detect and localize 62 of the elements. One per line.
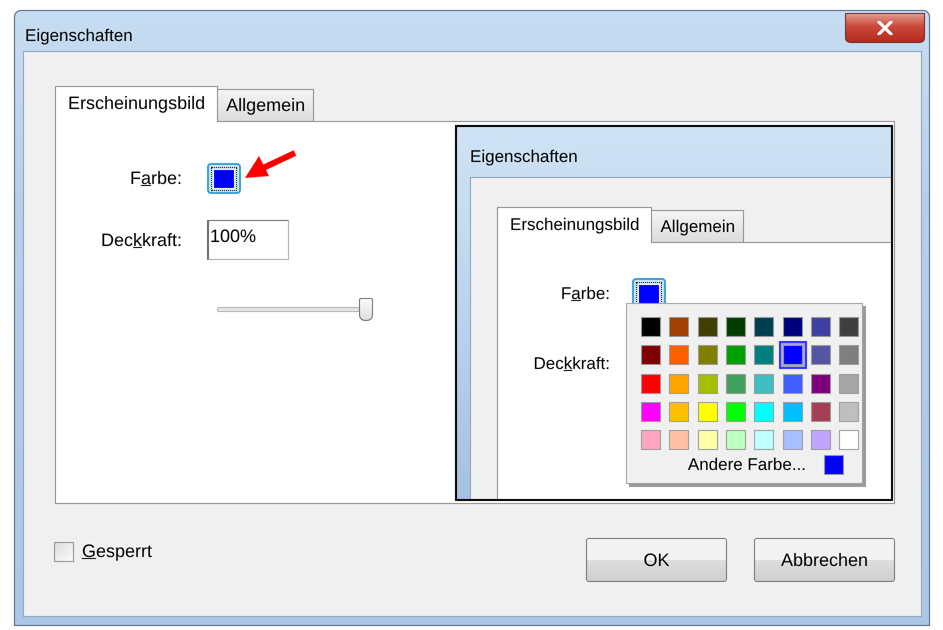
color-swatch[interactable]: [810, 402, 831, 422]
color-swatch[interactable]: [839, 317, 860, 338]
color-swatch[interactable]: [839, 402, 860, 422]
opacity-label: Deckkraft:: [532, 354, 610, 374]
color-swatch[interactable]: [698, 345, 718, 366]
window-title: Eigenschaften: [25, 26, 133, 46]
color-swatch[interactable]: [641, 402, 662, 422]
dialog-button[interactable]: Abbrechen: [754, 538, 895, 582]
color-swatch[interactable]: [810, 345, 831, 366]
slider-thumb[interactable]: [359, 298, 373, 321]
tab[interactable]: Erscheinungsbild: [55, 86, 218, 122]
color-swatch[interactable]: [669, 430, 690, 450]
color-swatch[interactable]: [824, 455, 844, 476]
color-swatch[interactable]: [726, 374, 746, 394]
color-swatch[interactable]: [782, 317, 803, 338]
color-swatch[interactable]: [782, 402, 803, 422]
close-icon: [877, 21, 893, 35]
color-swatch[interactable]: [754, 374, 774, 394]
color-swatch[interactable]: [726, 317, 746, 338]
color-swatch[interactable]: [669, 317, 690, 338]
color-swatch[interactable]: [698, 374, 718, 394]
dialog-button[interactable]: OK: [586, 538, 727, 582]
checkbox[interactable]: [54, 542, 74, 562]
color-swatch[interactable]: [641, 317, 662, 338]
color-swatch[interactable]: [754, 345, 774, 366]
color-swatch[interactable]: [810, 430, 831, 450]
color-swatch[interactable]: [698, 402, 718, 422]
color-swatch[interactable]: [810, 374, 831, 394]
color-swatch[interactable]: [839, 430, 860, 450]
color-swatch[interactable]: [754, 402, 774, 422]
color-swatch[interactable]: [669, 374, 690, 394]
color-swatch[interactable]: [641, 430, 662, 450]
opacity-slider[interactable]: [217, 298, 373, 322]
color-swatch[interactable]: [641, 374, 662, 394]
color-swatch[interactable]: [839, 345, 860, 366]
color-swatch[interactable]: [839, 374, 860, 394]
close-button[interactable]: [845, 13, 925, 43]
tab[interactable]: Erscheinungsbild: [497, 207, 652, 243]
color-swatch[interactable]: [754, 317, 774, 338]
color-swatch[interactable]: [669, 402, 690, 422]
opacity-input-field[interactable]: 100%: [207, 220, 289, 260]
color-swatch[interactable]: [782, 374, 803, 394]
tab[interactable]: Allgemein: [651, 210, 744, 242]
color-swatch[interactable]: [782, 430, 803, 450]
color-label: Farbe:: [560, 284, 610, 304]
more-colors-link[interactable]: Andere Farbe...: [688, 455, 806, 476]
color-swatch[interactable]: [641, 345, 662, 366]
color-swatch[interactable]: [726, 430, 746, 450]
color-swatch[interactable]: [726, 402, 746, 422]
checkbox-label: Gesperrt: [82, 541, 152, 562]
color-picker-button[interactable]: [207, 163, 241, 194]
color-swatch[interactable]: [669, 345, 690, 366]
color-label: Farbe:: [130, 168, 182, 189]
window-title: Eigenschaften: [470, 147, 578, 167]
opacity-label: Deckkraft:: [100, 230, 182, 250]
annotation-arrow: [245, 150, 296, 178]
color-swatch[interactable]: [726, 345, 746, 366]
tab[interactable]: Allgemein: [217, 89, 314, 121]
color-swatch[interactable]: [698, 317, 718, 338]
color-swatch[interactable]: [698, 430, 718, 450]
color-swatch[interactable]: [810, 317, 831, 338]
color-swatch[interactable]: [754, 430, 774, 450]
